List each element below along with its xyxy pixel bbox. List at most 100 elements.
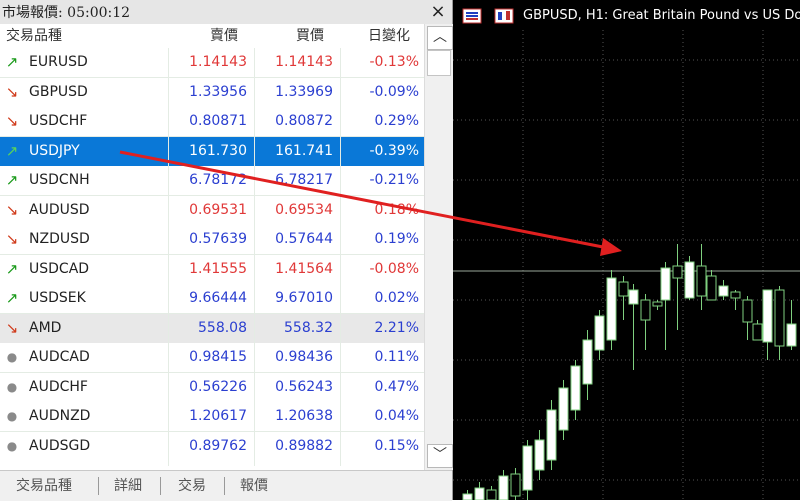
ask-price: 0.56243: [254, 372, 333, 402]
table-row[interactable]: ↗ USDJPY 161.730 161.741 -0.39%: [0, 136, 424, 167]
table-row[interactable]: ↘ AUDUSD 0.69531 0.69534 0.18%: [0, 195, 424, 226]
daily-change: 0.15%: [340, 431, 419, 461]
bid-price: 1.14143: [168, 48, 247, 77]
scrollbar[interactable]: ︿ ﹀: [424, 24, 453, 470]
tab-trading[interactable]: 交易: [178, 471, 206, 501]
market-watch-titlebar: 市場報價: 05:00:12 ×: [0, 0, 452, 25]
daily-change: -0.30%: [340, 461, 419, 466]
candle-body: [786, 323, 797, 347]
price-up-icon: ↗: [5, 171, 19, 189]
ask-price: 9.67010: [254, 284, 333, 313]
table-row[interactable]: ● AUDCAD 0.98415 0.98436 0.11%: [0, 343, 424, 373]
table-row[interactable]: ● AUDSGD 0.89762 0.89882 0.15%: [0, 431, 424, 462]
candle-body: [640, 299, 651, 321]
dot-icon: ●: [6, 438, 18, 453]
candle-body: [534, 439, 545, 471]
candle-body: [570, 365, 581, 411]
tab-separator: [98, 477, 99, 495]
scroll-up-button[interactable]: ︿: [427, 26, 453, 50]
daily-change: 0.11%: [340, 343, 419, 372]
symbol-name: EURUSD: [29, 54, 88, 70]
symbol-name: NZDUSD: [29, 231, 90, 247]
candle-body: [672, 265, 683, 279]
chart-candle-icon[interactable]: [494, 8, 514, 24]
symbol-name: AUDUSD: [29, 201, 90, 218]
candle-body: [510, 473, 521, 497]
ask-price: 0.69534: [254, 195, 333, 225]
daily-change: 0.47%: [340, 372, 419, 402]
candle-body: [730, 291, 741, 299]
candle-body: [684, 261, 695, 299]
ask-price: 0.80872: [254, 107, 333, 136]
symbol-name: USDCHF: [29, 113, 88, 129]
candle-body: [742, 299, 753, 323]
table-row[interactable]: ↘ AMD 558.08 558.32 2.21%: [0, 313, 424, 344]
candle-body: [582, 339, 593, 385]
candle-body: [696, 265, 707, 297]
ask-price: 1.20638: [254, 402, 333, 431]
price-up-icon: ↗: [5, 289, 19, 307]
ask-price: 0.89882: [254, 431, 333, 461]
ask-price: 6.78217: [254, 166, 333, 195]
daily-change: 0.18%: [340, 195, 419, 225]
bid-price: 1.41555: [168, 254, 247, 284]
table-row[interactable]: ↘ NZDUSD 0.57639 0.57644 0.19%: [0, 225, 424, 255]
bid-price: 0.89762: [168, 431, 247, 461]
table-row[interactable]: ↗ USDCNH 6.78172 6.78217 -0.21%: [0, 166, 424, 196]
table-row[interactable]: ● AUDNZD 1.20617 1.20638 0.04%: [0, 402, 424, 432]
price-down-icon: ↘: [5, 82, 19, 101]
bid-price: 6.78172: [168, 166, 247, 195]
market-watch-tabs: 交易品種 詳細 交易 報價: [0, 470, 452, 501]
candle-body: [718, 285, 729, 297]
price-up-icon: ↗: [5, 259, 19, 278]
candle-body: [762, 289, 773, 343]
price-down-icon: ↘: [5, 318, 19, 337]
bid-price: 0.69531: [168, 195, 247, 225]
symbol-name: USDCAD: [29, 260, 90, 277]
dot-icon: ●: [6, 379, 18, 394]
table-row[interactable]: ↗ USDSEK 9.66444 9.67010 0.02%: [0, 284, 424, 314]
tab-ticks[interactable]: 報價: [240, 471, 268, 501]
tab-symbols[interactable]: 交易品種: [16, 471, 72, 501]
price-up-icon: ↗: [5, 53, 19, 71]
scroll-thumb[interactable]: [427, 50, 451, 76]
column-header-bid[interactable]: 賣價: [210, 24, 238, 48]
daily-change: 2.21%: [340, 313, 419, 343]
bid-price: 161.730: [168, 136, 247, 166]
daily-change: 0.19%: [340, 225, 419, 254]
symbol-list: ↗ EURUSD 1.14143 1.14143 -0.13% ↘ GBPUSD 1.3395…: [0, 48, 424, 466]
close-icon[interactable]: ×: [428, 1, 448, 23]
price-chart[interactable]: [453, 0, 800, 500]
column-header-symbol[interactable]: 交易品種: [6, 24, 62, 48]
ask-price: 1.33969: [254, 77, 333, 107]
candle-body: [606, 277, 617, 341]
tab-details[interactable]: 詳細: [114, 471, 142, 501]
candle-body: [558, 387, 569, 431]
daily-change: -0.08%: [340, 254, 419, 284]
daily-change: -0.39%: [340, 136, 419, 166]
price-up-icon: ↗: [5, 141, 19, 160]
table-row[interactable]: ↗ EURUSD 1.14143 1.14143 -0.13%: [0, 48, 424, 78]
bid-price: 9.66444: [168, 284, 247, 313]
bid-price: 1.64140: [168, 461, 247, 466]
table-row[interactable]: ●EURAUD1.641401.64173-0.30%: [0, 461, 424, 466]
candle-body: [462, 493, 473, 500]
ask-price: 1.41564: [254, 254, 333, 284]
daily-change: -0.13%: [340, 48, 419, 77]
table-row[interactable]: ● AUDCHF 0.56226 0.56243 0.47%: [0, 372, 424, 403]
ask-price: 1.64173: [254, 461, 333, 466]
candlestick-chart: [453, 30, 800, 500]
column-header-change[interactable]: 日變化: [368, 24, 410, 48]
table-row[interactable]: ↗ USDCAD 1.41555 1.41564 -0.08%: [0, 254, 424, 285]
table-row[interactable]: ↘ GBPUSD 1.33956 1.33969 -0.09%: [0, 77, 424, 108]
daily-change: 0.29%: [340, 107, 419, 136]
scroll-down-button[interactable]: ﹀: [427, 444, 453, 468]
table-row[interactable]: ↘ USDCHF 0.80871 0.80872 0.29%: [0, 107, 424, 137]
column-header-ask[interactable]: 買價: [296, 24, 324, 48]
tab-separator: [160, 477, 161, 495]
candle-body: [628, 289, 639, 305]
daily-change: 0.02%: [340, 284, 419, 313]
price-down-icon: ↘: [5, 230, 19, 248]
chart-grid-icon[interactable]: [462, 8, 482, 24]
column-header-row: 交易品種 賣價 買價 日變化: [0, 24, 424, 49]
